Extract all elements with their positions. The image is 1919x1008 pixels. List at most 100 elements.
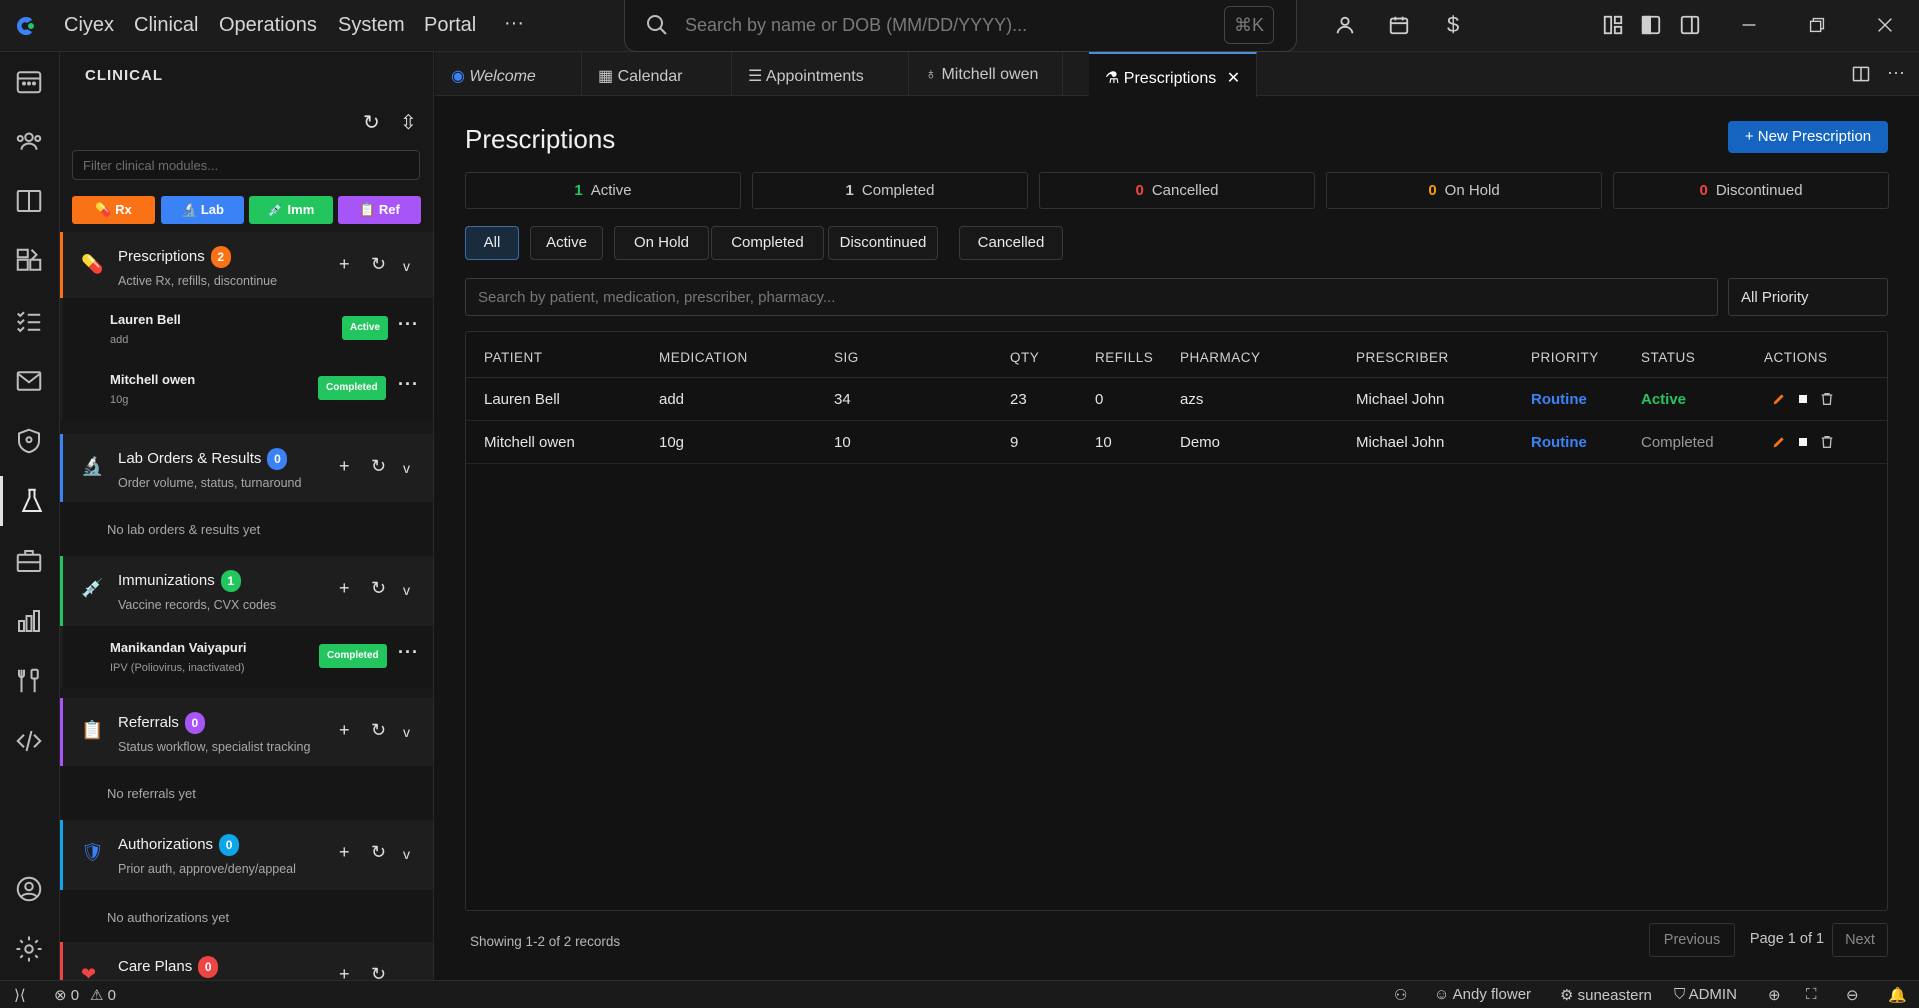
- edit-pencil-icon[interactable]: [1771, 391, 1787, 407]
- tab-welcome[interactable]: ◉ Welcome: [435, 52, 582, 96]
- refresh-icon[interactable]: ↻: [371, 254, 386, 275]
- edit-pencil-icon[interactable]: [1771, 434, 1787, 450]
- modules-icon[interactable]: [14, 246, 46, 278]
- more-actions-icon[interactable]: ···: [1887, 62, 1905, 83]
- patients-group-icon[interactable]: [14, 126, 46, 158]
- chevron-down-icon[interactable]: v: [403, 724, 410, 740]
- previous-page-button[interactable]: Previous: [1649, 923, 1735, 957]
- tab-prescriptions[interactable]: ⚗ Prescriptions ✕: [1089, 52, 1257, 97]
- briefcase-icon[interactable]: [14, 546, 46, 578]
- global-search[interactable]: Search by name or DOB (MM/DD/YYYY)... ⌘K: [624, 0, 1297, 52]
- settings-gear-icon[interactable]: [14, 934, 46, 966]
- add-icon[interactable]: +: [339, 964, 350, 980]
- refresh-icon[interactable]: ↻: [371, 456, 386, 477]
- add-icon[interactable]: +: [339, 720, 350, 741]
- user-status[interactable]: ☺ Andy flower: [1434, 986, 1531, 1003]
- menu-more[interactable]: ···: [504, 12, 524, 35]
- refresh-icon[interactable]: ↻: [371, 720, 386, 741]
- chip-lab[interactable]: 🔬 Lab: [161, 196, 244, 224]
- col-priority[interactable]: PRIORITY: [1531, 350, 1599, 365]
- calendar-icon[interactable]: [1388, 14, 1410, 36]
- role-status[interactable]: ⛉ ADMIN: [1674, 986, 1737, 1003]
- code-icon[interactable]: [14, 726, 46, 758]
- priority-select[interactable]: All Priority: [1728, 278, 1888, 316]
- remote-icon[interactable]: ⟩⟨: [14, 986, 26, 1004]
- stat-cancelled[interactable]: 0 Cancelled: [1039, 172, 1315, 209]
- next-page-button[interactable]: Next: [1832, 923, 1888, 957]
- stop-icon[interactable]: [1795, 391, 1811, 407]
- tools-icon[interactable]: [14, 666, 46, 698]
- fullscreen-icon[interactable]: ⛶: [1806, 986, 1817, 1003]
- list-item[interactable]: Mitchell owen 10g Completed ···: [60, 358, 433, 418]
- stop-icon[interactable]: [1795, 434, 1811, 450]
- menu-portal[interactable]: Portal: [424, 14, 476, 37]
- add-icon[interactable]: +: [339, 254, 350, 275]
- filter-completed[interactable]: Completed: [711, 226, 824, 260]
- bar-chart-icon[interactable]: [14, 606, 46, 638]
- table-row[interactable]: Lauren Bell add 34 23 0 azs Michael John…: [466, 378, 1887, 421]
- copilot-icon[interactable]: ⚇: [1394, 986, 1407, 1004]
- chip-imm[interactable]: 💉 Imm: [249, 196, 333, 224]
- filter-on-hold[interactable]: On Hold: [614, 226, 709, 260]
- col-pharmacy[interactable]: PHARMACY: [1180, 350, 1261, 365]
- brand-menu[interactable]: Ciyex: [64, 14, 114, 37]
- stat-discontinued[interactable]: 0 Discontinued: [1613, 172, 1889, 209]
- new-prescription-button[interactable]: + New Prescription: [1728, 121, 1888, 153]
- menu-operations[interactable]: Operations: [219, 14, 317, 37]
- chevron-down-icon[interactable]: v: [403, 258, 410, 274]
- layout-grid-icon[interactable]: [1602, 14, 1624, 36]
- toggle-sidebar-icon[interactable]: [1640, 14, 1662, 36]
- module-filter-input[interactable]: Filter clinical modules...: [72, 150, 420, 180]
- col-patient[interactable]: PATIENT: [484, 350, 543, 365]
- col-refills[interactable]: REFILLS: [1095, 350, 1153, 365]
- checklist-icon[interactable]: [14, 306, 46, 338]
- close-tab-icon[interactable]: ✕: [1227, 70, 1240, 87]
- module-lab-orders[interactable]: 🔬 Lab Orders & Results 0 Order volume, st…: [60, 434, 433, 502]
- chevron-down-icon[interactable]: v: [403, 846, 410, 862]
- notifications-bell-icon[interactable]: 🔔: [1888, 986, 1907, 1004]
- warnings-indicator[interactable]: ⚠ 0: [90, 986, 116, 1004]
- sort-icon[interactable]: ⇳: [400, 110, 417, 135]
- refresh-icon[interactable]: ↻: [371, 578, 386, 599]
- module-authorizations[interactable]: 🛡 Authorizations 0 Prior auth, approve/de…: [60, 820, 433, 890]
- filter-all[interactable]: All: [465, 226, 519, 260]
- tab-mitchell-owen[interactable]: ♁ Mitchell owen: [909, 52, 1063, 96]
- user-icon[interactable]: [1334, 14, 1356, 36]
- module-prescriptions[interactable]: 💊 Prescriptions 2 Active Rx, refills, dis…: [60, 232, 433, 298]
- org-status[interactable]: ⚙ suneastern: [1560, 986, 1652, 1004]
- filter-cancelled[interactable]: Cancelled: [959, 226, 1063, 260]
- chip-ref[interactable]: 📋 Ref: [338, 196, 421, 224]
- stat-active[interactable]: 1 Active: [465, 172, 741, 209]
- billing-dollar-icon[interactable]: $: [1447, 12, 1459, 38]
- add-icon[interactable]: +: [339, 842, 350, 863]
- stat-completed[interactable]: 1 Completed: [752, 172, 1028, 209]
- refresh-icon[interactable]: ↻: [363, 110, 380, 135]
- toggle-panel-icon[interactable]: [1679, 14, 1701, 36]
- more-icon[interactable]: ···: [398, 374, 419, 395]
- filter-discontinued[interactable]: Discontinued: [828, 226, 938, 260]
- col-status[interactable]: STATUS: [1641, 350, 1695, 365]
- stat-on-hold[interactable]: 0 On Hold: [1326, 172, 1602, 209]
- account-icon[interactable]: [14, 874, 46, 906]
- module-immunizations[interactable]: 💉 Immunizations 1 Vaccine records, CVX co…: [60, 556, 433, 626]
- split-editor-icon[interactable]: [1851, 64, 1871, 84]
- list-item[interactable]: Lauren Bell add Active ···: [60, 298, 433, 358]
- tab-calendar[interactable]: ▦ Calendar: [582, 52, 732, 96]
- list-item[interactable]: Manikandan Vaiyapuri IPV (Poliovirus, in…: [60, 626, 433, 688]
- chevron-down-icon[interactable]: v: [403, 460, 410, 476]
- chevron-down-icon[interactable]: v: [403, 582, 410, 598]
- table-row[interactable]: Mitchell owen 10g 10 9 10 Demo Michael J…: [466, 421, 1887, 464]
- mail-icon[interactable]: [14, 366, 46, 398]
- module-care-plans[interactable]: ❤ Care Plans 0 + ↻: [60, 942, 433, 980]
- refresh-icon[interactable]: ↻: [371, 842, 386, 863]
- delete-trash-icon[interactable]: [1819, 391, 1835, 407]
- zoom-in-icon[interactable]: ⊕: [1768, 986, 1781, 1004]
- tab-appointments[interactable]: ☰ Appointments: [732, 52, 909, 96]
- minimize-icon[interactable]: [1738, 14, 1760, 36]
- add-icon[interactable]: +: [339, 456, 350, 477]
- close-window-icon[interactable]: [1874, 14, 1896, 36]
- delete-trash-icon[interactable]: [1819, 434, 1835, 450]
- zoom-out-icon[interactable]: ⊖: [1846, 986, 1859, 1004]
- calendar-icon[interactable]: [14, 66, 46, 98]
- flask-icon[interactable]: [0, 476, 60, 526]
